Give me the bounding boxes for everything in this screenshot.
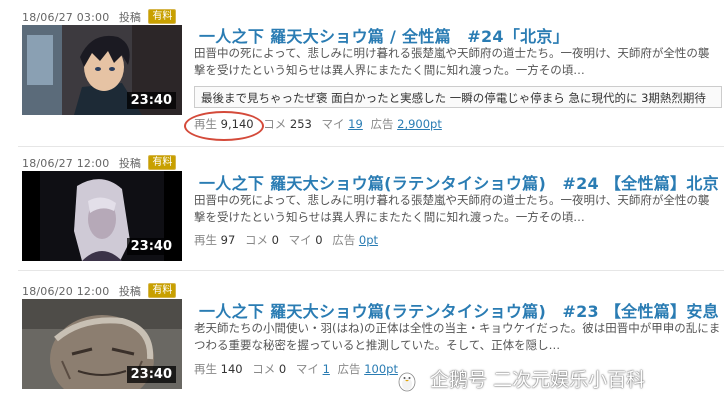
description-line: 田晋中の死によって、悲しみに明け暮れる張楚嵐や天師府の道士たち。一夜明け、天師府… (194, 193, 710, 207)
video-meta: 18/06/27 03:00 投稿 有料 (22, 9, 177, 24)
post-label: 投稿 (118, 11, 141, 24)
mylist-count: 0 (315, 233, 323, 247)
mylist-label: マイ (288, 233, 312, 247)
mylist-label: マイ (321, 117, 345, 131)
ads-points-link[interactable]: 2,900pt (397, 117, 442, 131)
video-description: 田晋中の死によって、悲しみに明け暮れる張楚嵐や天師府の道士たち。一夜明け、天師府… (194, 192, 722, 226)
views-count: 140 (220, 362, 243, 376)
comments-label: コメ (244, 233, 268, 247)
paid-badge: 有料 (148, 155, 177, 170)
video-description: 田晋中の死によって、悲しみに明け暮れる張楚嵐や天師府の道士たち。一夜明け、天師府… (194, 45, 722, 79)
comments-label: コメ (252, 362, 276, 376)
post-date: 18/06/20 12:00 (22, 285, 110, 298)
video-stats: 再生 97 コメ 0 マイ 0 広告 0pt (194, 232, 378, 248)
post-date: 18/06/27 03:00 (22, 11, 110, 24)
paid-badge: 有料 (148, 9, 177, 24)
video-duration: 23:40 (126, 238, 176, 255)
video-thumbnail[interactable]: 23:40 (22, 299, 182, 389)
latest-comments-box: 最後まで見ちゃったぜ褒 面白かったと実感した 一瞬の停電じゃ停まら 急に現代的に… (194, 86, 722, 108)
video-duration: 23:40 (126, 92, 176, 109)
ads-points-link[interactable]: 0pt (359, 233, 378, 247)
comments-count: 0 (271, 233, 279, 247)
description-line: 田晋中の死によって、悲しみに明け暮れる張楚嵐や天師府の道士たち。一夜明け、天師府… (194, 46, 710, 60)
mylist-label: マイ (295, 362, 319, 376)
views-label: 再生 (194, 362, 217, 376)
video-meta: 18/06/27 12:00 投稿 有料 (22, 155, 177, 170)
description-line: 老天師たちの小間使い・羽(はね)の正体は全性の当主・キョウケイだった。彼は田晋中… (194, 321, 721, 335)
penguin-icon (396, 370, 418, 392)
video-meta: 18/06/20 12:00 投稿 有料 (22, 283, 177, 298)
comments-count: 253 (289, 117, 312, 131)
watermark-text: 企鹅号 二次元娱乐小百科 (430, 369, 646, 391)
views-count: 97 (220, 233, 236, 247)
ads-points-link[interactable]: 100pt (364, 362, 398, 376)
video-duration: 23:40 (126, 366, 176, 383)
ads-label: 広告 (332, 233, 356, 247)
video-stats: 再生 9,140 コメ 253 マイ 19 広告 2,900pt (194, 116, 442, 132)
description-line: 撃を受けたという知らせは異人界にまたたく間に知れ渡った。一方その頃… (194, 63, 585, 77)
mylist-count-link[interactable]: 1 (323, 362, 330, 376)
views-label: 再生 (194, 117, 217, 131)
ads-label: 広告 (370, 117, 394, 131)
post-label: 投稿 (118, 157, 141, 170)
description-line: 撃を受けたという知らせは異人界にまたたく間に知れ渡った。一方その頃… (194, 210, 585, 224)
watermark: 企鹅号 二次元娱乐小百科 (396, 365, 645, 392)
post-label: 投稿 (118, 285, 141, 298)
video-stats: 再生 140 コメ 0 マイ 1 広告 100pt (194, 361, 398, 377)
video-title-link[interactable]: 一人之下 羅天大ショウ篇(ラテンタイショウ篇) #23 【全性篇】安息 (199, 298, 719, 322)
views-label: 再生 (194, 233, 217, 247)
comments-count: 0 (278, 362, 287, 376)
views-count: 9,140 (220, 117, 254, 131)
mylist-count-link[interactable]: 19 (348, 117, 363, 131)
video-thumbnail[interactable]: 23:40 (22, 25, 182, 115)
video-description: 老天師たちの小間使い・羽(はね)の正体は全性の当主・キョウケイだった。彼は田晋中… (194, 320, 722, 354)
video-title-link[interactable]: 一人之下 羅天大ショウ篇 / 全性篇 #24「北京」 (199, 23, 569, 47)
video-thumbnail[interactable]: 23:40 (22, 171, 182, 261)
description-line: つわる重要な秘密を握っていると推測していた。そして、正体を隠し… (194, 338, 561, 352)
divider (18, 270, 724, 271)
comments-label: コメ (263, 117, 287, 131)
divider (18, 146, 724, 147)
post-date: 18/06/27 12:00 (22, 157, 110, 170)
ads-label: 広告 (337, 362, 361, 376)
paid-badge: 有料 (148, 283, 177, 298)
video-title-link[interactable]: 一人之下 羅天大ショウ篇(ラテンタイショウ篇) #24 【全性篇】北京 (199, 170, 719, 194)
